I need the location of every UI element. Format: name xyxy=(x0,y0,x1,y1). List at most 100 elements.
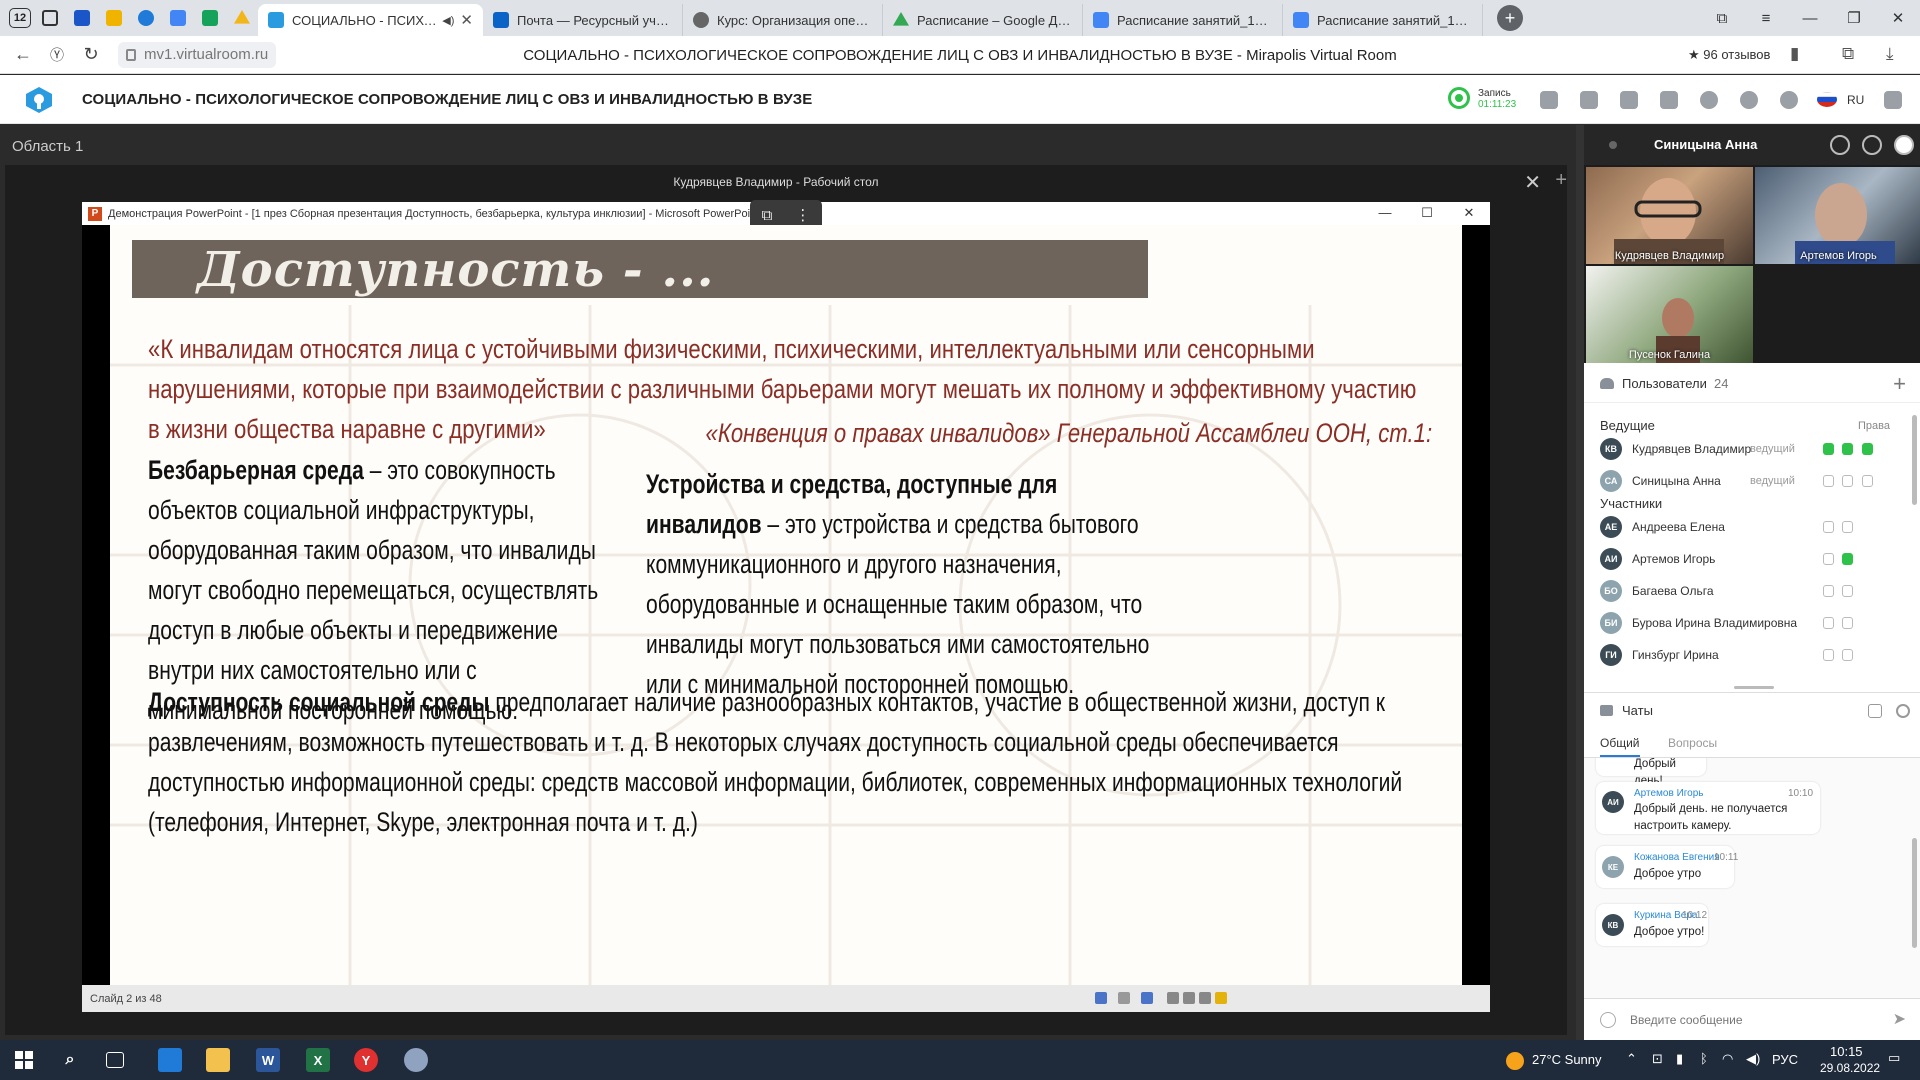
video-tile[interactable]: Артемов Игорь xyxy=(1755,167,1920,264)
mirapolis-logo-icon[interactable] xyxy=(24,86,54,114)
mic-muted-icon[interactable] xyxy=(1823,521,1834,533)
prev-slide-icon[interactable] xyxy=(1095,992,1107,1004)
mail-icon[interactable] xyxy=(69,5,95,31)
tray-chevron-icon[interactable]: ⌃ xyxy=(1626,1051,1637,1067)
video-tile[interactable]: Пусенок Галина xyxy=(1586,266,1753,363)
docs-icon[interactable] xyxy=(165,5,191,31)
next-slide-icon[interactable] xyxy=(1141,992,1153,1004)
telegram-icon[interactable] xyxy=(133,5,159,31)
screen-share-on-icon[interactable] xyxy=(1862,443,1873,455)
restore-icon[interactable]: ❐ xyxy=(1832,9,1876,27)
popout-icon[interactable]: ⧉ xyxy=(762,207,773,224)
bookmark-icon[interactable]: ▮ xyxy=(1790,44,1799,64)
task-view-icon[interactable] xyxy=(106,1052,124,1068)
more-vertical-icon[interactable]: ⋮ xyxy=(795,206,810,224)
user-row[interactable]: БИ Бурова Ирина Владимировна xyxy=(1584,607,1904,639)
maximize-icon[interactable]: ☐ xyxy=(1406,202,1448,225)
settings-gear-icon[interactable] xyxy=(1780,91,1798,109)
folder-icon[interactable] xyxy=(1660,91,1678,109)
users-scrollbar[interactable] xyxy=(1912,415,1917,505)
chat-list-icon[interactable] xyxy=(1868,704,1882,718)
speaker-icon[interactable]: ◀) xyxy=(442,14,454,27)
rights-label[interactable]: Права xyxy=(1858,420,1890,432)
tab-schedule-1[interactable]: Расписание занятий_15.08 xyxy=(1083,4,1283,36)
windows-start-icon[interactable] xyxy=(12,1048,36,1072)
new-tab-icon[interactable] xyxy=(37,5,63,31)
tab-mail[interactable]: Почта — Ресурсный учебно-методический це… xyxy=(483,4,683,36)
gmail-icon[interactable] xyxy=(101,5,127,31)
menu-icon[interactable] xyxy=(1118,992,1130,1004)
mic-muted-icon[interactable] xyxy=(1823,475,1834,487)
reading-view-icon[interactable] xyxy=(1199,992,1211,1004)
record-icon[interactable] xyxy=(1448,87,1470,109)
sheets-icon[interactable] xyxy=(197,5,223,31)
add-icon[interactable]: + xyxy=(1555,169,1567,192)
close-icon[interactable]: ✕ xyxy=(1448,202,1490,225)
tab-mirapolis[interactable]: СОЦИАЛЬНО - ПСИХОЛОГИЧЕСКОЕ СОПРОВОЖДЕНИ… xyxy=(258,4,483,36)
minimize-icon[interactable]: — xyxy=(1364,202,1406,225)
close-window-icon[interactable]: ✕ xyxy=(1876,9,1920,27)
url-field[interactable]: mv1.virtualroom.ru xyxy=(118,41,277,68)
tab-questions[interactable]: Вопросы xyxy=(1668,736,1717,750)
weather-icon[interactable] xyxy=(1506,1052,1524,1070)
chat-scrollbar[interactable] xyxy=(1912,838,1917,948)
send-icon[interactable]: ➤ xyxy=(1893,1009,1906,1029)
user-row[interactable]: ГИ Гинзбург Ирина xyxy=(1584,639,1904,671)
mic-on-icon[interactable] xyxy=(1823,443,1834,455)
search-icon[interactable]: ⌕ xyxy=(58,1048,82,1072)
user-row[interactable]: КВ Кудрявцев Владимир ведущий xyxy=(1584,433,1904,465)
minimize-icon[interactable]: — xyxy=(1788,10,1832,27)
notifications-icon[interactable]: ▭ xyxy=(1888,1050,1900,1066)
bluetooth-icon[interactable]: ᛒ xyxy=(1700,1051,1708,1066)
input-language[interactable]: РУС xyxy=(1772,1052,1798,1067)
layout-grid-icon[interactable] xyxy=(1540,91,1558,109)
chat-settings-gear-icon[interactable] xyxy=(1896,704,1910,718)
sorter-view-icon[interactable] xyxy=(1183,992,1195,1004)
back-icon[interactable]: ← xyxy=(6,44,40,65)
calculator-icon[interactable] xyxy=(158,1048,182,1072)
tab-schedule-2[interactable]: Расписание занятий_15.08 xyxy=(1283,4,1483,36)
file-explorer-icon[interactable] xyxy=(206,1048,230,1072)
user-row[interactable]: АИ Артемов Игорь xyxy=(1584,543,1904,575)
clock-date[interactable]: 29.08.2022 xyxy=(1820,1061,1880,1075)
yandex-icon[interactable]: Ⓨ xyxy=(40,45,74,65)
tab-drive[interactable]: Расписание – Google Диск xyxy=(883,4,1083,36)
add-user-icon[interactable]: + xyxy=(1893,371,1906,397)
normal-view-icon[interactable] xyxy=(1167,992,1179,1004)
video-tile[interactable]: Кудрявцев Владимир xyxy=(1586,167,1753,264)
language-selector[interactable]: RU xyxy=(1847,93,1864,107)
user-row[interactable]: СА Синицына Анна ведущий xyxy=(1584,465,1904,497)
word-icon[interactable]: W xyxy=(256,1048,280,1072)
chat-message-input[interactable] xyxy=(1630,1010,1880,1030)
mic-muted-icon[interactable] xyxy=(1830,135,1850,155)
notes-icon[interactable] xyxy=(1620,91,1638,109)
emoji-icon[interactable] xyxy=(1600,1012,1616,1028)
new-tab-button[interactable]: + xyxy=(1497,5,1523,31)
reviews-link[interactable]: ★ 96 отзывов xyxy=(1688,47,1770,63)
camera-off-icon[interactable] xyxy=(1842,475,1853,487)
user-row[interactable]: БО Багаева Ольга xyxy=(1584,575,1904,607)
drive-icon[interactable] xyxy=(229,5,255,31)
weather-text[interactable]: 27°C Sunny xyxy=(1532,1052,1602,1067)
tab-general[interactable]: Общий xyxy=(1600,736,1640,757)
screen-share-icon[interactable] xyxy=(1580,91,1598,109)
camera-off-icon[interactable] xyxy=(1842,617,1853,629)
camera-off-icon[interactable] xyxy=(1862,135,1882,155)
collections-icon[interactable]: ⧉ xyxy=(1700,10,1744,27)
volume-icon[interactable]: ◀) xyxy=(1746,1051,1760,1067)
app-icon[interactable] xyxy=(404,1048,428,1072)
close-tab-icon[interactable]: ✕ xyxy=(460,11,473,29)
tabs-counter-icon[interactable]: 12 xyxy=(9,8,31,28)
camera-off-icon[interactable] xyxy=(1842,585,1853,597)
camera-off-icon[interactable] xyxy=(1842,649,1853,661)
wifi-icon[interactable]: ◠ xyxy=(1722,1051,1733,1067)
yandex-browser-icon[interactable]: Y xyxy=(354,1048,378,1072)
user-icon[interactable] xyxy=(1700,91,1718,109)
info-icon[interactable] xyxy=(1740,91,1758,109)
menu-icon[interactable]: ≡ xyxy=(1744,10,1788,27)
tab-course[interactable]: Курс: Организация операционной деятельно… xyxy=(683,4,883,36)
download-icon[interactable]: ⤓ xyxy=(1886,44,1894,64)
close-icon[interactable]: ✕ xyxy=(1524,170,1541,195)
slideshow-view-icon[interactable] xyxy=(1215,992,1227,1004)
mic-muted-icon[interactable] xyxy=(1823,649,1834,661)
